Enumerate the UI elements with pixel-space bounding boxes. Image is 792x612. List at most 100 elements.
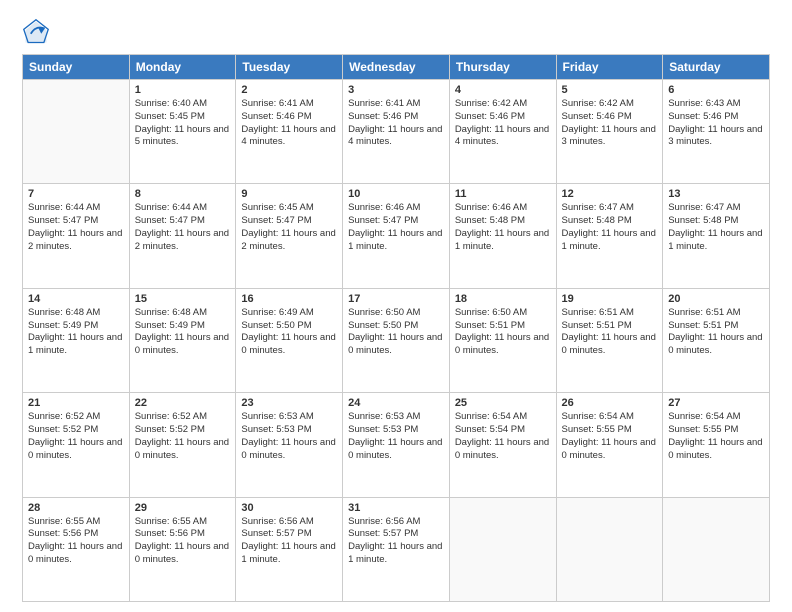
day-number: 12	[562, 188, 658, 200]
calendar-week-row: 1Sunrise: 6:40 AMSunset: 5:45 PMDaylight…	[23, 80, 770, 184]
calendar-day-cell	[663, 497, 770, 601]
day-info: Sunrise: 6:51 AMSunset: 5:51 PMDaylight:…	[668, 307, 764, 358]
day-number: 26	[562, 397, 658, 409]
day-number: 23	[241, 397, 337, 409]
calendar-day-cell: 7Sunrise: 6:44 AMSunset: 5:47 PMDaylight…	[23, 184, 130, 288]
day-info: Sunrise: 6:55 AMSunset: 5:56 PMDaylight:…	[28, 516, 124, 567]
calendar-week-row: 7Sunrise: 6:44 AMSunset: 5:47 PMDaylight…	[23, 184, 770, 288]
day-number: 28	[28, 502, 124, 514]
calendar-day-cell: 9 Sunrise: 6:45 AMSunset: 5:47 PMDaylight…	[236, 184, 343, 288]
calendar-day-cell: 12 Sunrise: 6:47 AMSunset: 5:48 PMDayligh…	[556, 184, 663, 288]
day-number: 6	[668, 84, 764, 96]
day-of-week-header: Sunday	[23, 55, 130, 80]
day-number: 3	[348, 84, 444, 96]
calendar-week-row: 21 Sunrise: 6:52 AMSunset: 5:52 PMDayligh…	[23, 393, 770, 497]
day-number: 8	[135, 188, 231, 200]
calendar-day-cell: 24 Sunrise: 6:53 AMSunset: 5:53 PMDayligh…	[343, 393, 450, 497]
day-number: 2	[241, 84, 337, 96]
day-info: Sunrise: 6:50 AMSunset: 5:51 PMDaylight:…	[455, 307, 551, 358]
calendar-day-cell: 22Sunrise: 6:52 AMSunset: 5:52 PMDayligh…	[129, 393, 236, 497]
day-info: Sunrise: 6:42 AMSunset: 5:46 PMDaylight:…	[562, 98, 658, 149]
calendar-day-cell: 10 Sunrise: 6:46 AMSunset: 5:47 PMDayligh…	[343, 184, 450, 288]
day-info: Sunrise: 6:41 AMSunset: 5:46 PMDaylight:…	[348, 98, 444, 149]
day-info: Sunrise: 6:47 AMSunset: 5:48 PMDaylight:…	[668, 202, 764, 253]
day-number: 29	[135, 502, 231, 514]
calendar-day-cell: 15 Sunrise: 6:48 AMSunset: 5:49 PMDayligh…	[129, 288, 236, 392]
day-number: 15	[135, 293, 231, 305]
day-info: Sunrise: 6:42 AMSunset: 5:46 PMDaylight:…	[455, 98, 551, 149]
day-number: 21	[28, 397, 124, 409]
day-info: Sunrise: 6:46 AMSunset: 5:47 PMDaylight:…	[348, 202, 444, 253]
calendar-day-cell: 23Sunrise: 6:53 AMSunset: 5:53 PMDayligh…	[236, 393, 343, 497]
calendar-day-cell	[556, 497, 663, 601]
calendar-table: SundayMondayTuesdayWednesdayThursdayFrid…	[22, 54, 770, 602]
day-info: Sunrise: 6:49 AMSunset: 5:50 PMDaylight:…	[241, 307, 337, 358]
calendar-day-cell: 2Sunrise: 6:41 AMSunset: 5:46 PMDaylight…	[236, 80, 343, 184]
page: SundayMondayTuesdayWednesdayThursdayFrid…	[0, 0, 792, 612]
calendar-day-cell: 21 Sunrise: 6:52 AMSunset: 5:52 PMDayligh…	[23, 393, 130, 497]
calendar-day-cell: 31 Sunrise: 6:56 AMSunset: 5:57 PMDayligh…	[343, 497, 450, 601]
calendar-day-cell: 18Sunrise: 6:50 AMSunset: 5:51 PMDayligh…	[449, 288, 556, 392]
day-info: Sunrise: 6:50 AMSunset: 5:50 PMDaylight:…	[348, 307, 444, 358]
calendar-day-cell: 8 Sunrise: 6:44 AMSunset: 5:47 PMDaylight…	[129, 184, 236, 288]
day-number: 10	[348, 188, 444, 200]
calendar-day-cell: 16 Sunrise: 6:49 AMSunset: 5:50 PMDayligh…	[236, 288, 343, 392]
day-info: Sunrise: 6:45 AMSunset: 5:47 PMDaylight:…	[241, 202, 337, 253]
calendar-day-cell: 29 Sunrise: 6:55 AMSunset: 5:56 PMDayligh…	[129, 497, 236, 601]
calendar-day-cell: 6 Sunrise: 6:43 AMSunset: 5:46 PMDaylight…	[663, 80, 770, 184]
calendar-header-row: SundayMondayTuesdayWednesdayThursdayFrid…	[23, 55, 770, 80]
day-info: Sunrise: 6:54 AMSunset: 5:55 PMDaylight:…	[562, 411, 658, 462]
day-info: Sunrise: 6:52 AMSunset: 5:52 PMDaylight:…	[28, 411, 124, 462]
calendar-body: 1Sunrise: 6:40 AMSunset: 5:45 PMDaylight…	[23, 80, 770, 602]
day-number: 20	[668, 293, 764, 305]
day-number: 22	[135, 397, 231, 409]
calendar-day-cell: 26 Sunrise: 6:54 AMSunset: 5:55 PMDayligh…	[556, 393, 663, 497]
day-info: Sunrise: 6:51 AMSunset: 5:51 PMDaylight:…	[562, 307, 658, 358]
day-of-week-header: Wednesday	[343, 55, 450, 80]
day-info: Sunrise: 6:53 AMSunset: 5:53 PMDaylight:…	[348, 411, 444, 462]
day-info: Sunrise: 6:54 AMSunset: 5:54 PMDaylight:…	[455, 411, 551, 462]
calendar-day-cell: 14Sunrise: 6:48 AMSunset: 5:49 PMDayligh…	[23, 288, 130, 392]
calendar-day-cell: 11 Sunrise: 6:46 AMSunset: 5:48 PMDayligh…	[449, 184, 556, 288]
calendar-day-cell: 1Sunrise: 6:40 AMSunset: 5:45 PMDaylight…	[129, 80, 236, 184]
calendar-day-cell: 28 Sunrise: 6:55 AMSunset: 5:56 PMDayligh…	[23, 497, 130, 601]
day-number: 11	[455, 188, 551, 200]
day-number: 24	[348, 397, 444, 409]
day-of-week-header: Friday	[556, 55, 663, 80]
calendar-day-cell: 27 Sunrise: 6:54 AMSunset: 5:55 PMDayligh…	[663, 393, 770, 497]
day-of-week-header: Thursday	[449, 55, 556, 80]
header	[22, 18, 770, 46]
day-number: 9	[241, 188, 337, 200]
day-info: Sunrise: 6:55 AMSunset: 5:56 PMDaylight:…	[135, 516, 231, 567]
day-info: Sunrise: 6:54 AMSunset: 5:55 PMDaylight:…	[668, 411, 764, 462]
logo-icon	[22, 18, 50, 46]
day-info: Sunrise: 6:44 AMSunset: 5:47 PMDaylight:…	[28, 202, 124, 253]
day-number: 5	[562, 84, 658, 96]
day-info: Sunrise: 6:40 AMSunset: 5:45 PMDaylight:…	[135, 98, 231, 149]
calendar-day-cell: 30Sunrise: 6:56 AMSunset: 5:57 PMDayligh…	[236, 497, 343, 601]
day-number: 4	[455, 84, 551, 96]
day-info: Sunrise: 6:44 AMSunset: 5:47 PMDaylight:…	[135, 202, 231, 253]
day-info: Sunrise: 6:46 AMSunset: 5:48 PMDaylight:…	[455, 202, 551, 253]
calendar-day-cell: 17 Sunrise: 6:50 AMSunset: 5:50 PMDayligh…	[343, 288, 450, 392]
day-info: Sunrise: 6:48 AMSunset: 5:49 PMDaylight:…	[135, 307, 231, 358]
calendar-day-cell: 3 Sunrise: 6:41 AMSunset: 5:46 PMDaylight…	[343, 80, 450, 184]
logo	[22, 18, 54, 46]
day-number: 19	[562, 293, 658, 305]
calendar-day-cell: 13 Sunrise: 6:47 AMSunset: 5:48 PMDayligh…	[663, 184, 770, 288]
day-info: Sunrise: 6:56 AMSunset: 5:57 PMDaylight:…	[241, 516, 337, 567]
calendar-day-cell: 5 Sunrise: 6:42 AMSunset: 5:46 PMDaylight…	[556, 80, 663, 184]
day-number: 16	[241, 293, 337, 305]
day-number: 27	[668, 397, 764, 409]
day-info: Sunrise: 6:47 AMSunset: 5:48 PMDaylight:…	[562, 202, 658, 253]
day-info: Sunrise: 6:56 AMSunset: 5:57 PMDaylight:…	[348, 516, 444, 567]
calendar-week-row: 28 Sunrise: 6:55 AMSunset: 5:56 PMDayligh…	[23, 497, 770, 601]
day-number: 17	[348, 293, 444, 305]
day-number: 13	[668, 188, 764, 200]
calendar-day-cell	[23, 80, 130, 184]
calendar-day-cell	[449, 497, 556, 601]
day-number: 25	[455, 397, 551, 409]
day-number: 31	[348, 502, 444, 514]
day-info: Sunrise: 6:43 AMSunset: 5:46 PMDaylight:…	[668, 98, 764, 149]
calendar-day-cell: 19 Sunrise: 6:51 AMSunset: 5:51 PMDayligh…	[556, 288, 663, 392]
